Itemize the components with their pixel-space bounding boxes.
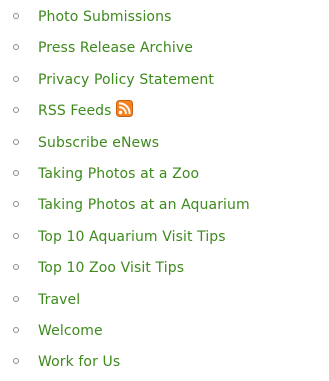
link-photo-submissions[interactable]: Photo Submissions	[38, 2, 171, 33]
list-item-subscribe-enews: Subscribe eNews	[0, 128, 329, 159]
link-list: Photo Submissions Press Release Archive …	[0, 2, 329, 379]
bullet-icon	[13, 169, 19, 176]
link-top-10-aquarium-tips[interactable]: Top 10 Aquarium Visit Tips	[38, 222, 226, 253]
link-rss-feeds[interactable]: RSS Feeds	[38, 103, 112, 119]
list-item-travel: Travel	[0, 285, 329, 316]
list-item-taking-photos-zoo: Taking Photos at a Zoo	[0, 159, 329, 190]
bullet-icon	[13, 107, 19, 114]
bullet-icon	[13, 232, 19, 239]
list-item-rss-feeds: RSS Feeds	[0, 96, 329, 127]
bullet-icon	[13, 264, 19, 271]
bullet-icon	[13, 295, 19, 302]
list-item-top-10-zoo-tips: Top 10 Zoo Visit Tips	[0, 253, 329, 284]
bullet-icon	[13, 13, 19, 19]
bullet-icon	[13, 326, 19, 333]
list-item-work-for-us: Work for Us	[0, 347, 329, 378]
list-item-welcome: Welcome	[0, 316, 329, 347]
link-top-10-zoo-tips[interactable]: Top 10 Zoo Visit Tips	[38, 253, 184, 284]
list-item-photo-submissions: Photo Submissions	[0, 2, 329, 33]
link-travel[interactable]: Travel	[38, 285, 80, 316]
rss-feed-icon[interactable]	[115, 100, 133, 118]
list-item-top-10-aquarium-tips: Top 10 Aquarium Visit Tips	[0, 222, 329, 253]
link-privacy-policy-statement[interactable]: Privacy Policy Statement	[38, 65, 214, 96]
link-taking-photos-zoo[interactable]: Taking Photos at a Zoo	[38, 159, 199, 190]
bullet-icon	[13, 138, 19, 145]
link-taking-photos-aquarium[interactable]: Taking Photos at an Aquarium	[38, 190, 250, 221]
link-welcome[interactable]: Welcome	[38, 316, 103, 347]
list-item-privacy-policy-statement: Privacy Policy Statement	[0, 65, 329, 96]
bullet-icon	[13, 75, 19, 82]
link-work-for-us[interactable]: Work for Us	[38, 347, 120, 378]
bullet-icon	[13, 358, 19, 365]
list-item-taking-photos-aquarium: Taking Photos at an Aquarium	[0, 190, 329, 221]
bullet-icon	[13, 44, 19, 51]
bullet-icon	[13, 201, 19, 208]
link-subscribe-enews[interactable]: Subscribe eNews	[38, 128, 159, 159]
link-press-release-archive[interactable]: Press Release Archive	[38, 33, 193, 64]
list-item-press-release-archive: Press Release Archive	[0, 33, 329, 64]
rss-feeds-link-group: RSS Feeds	[38, 96, 133, 127]
